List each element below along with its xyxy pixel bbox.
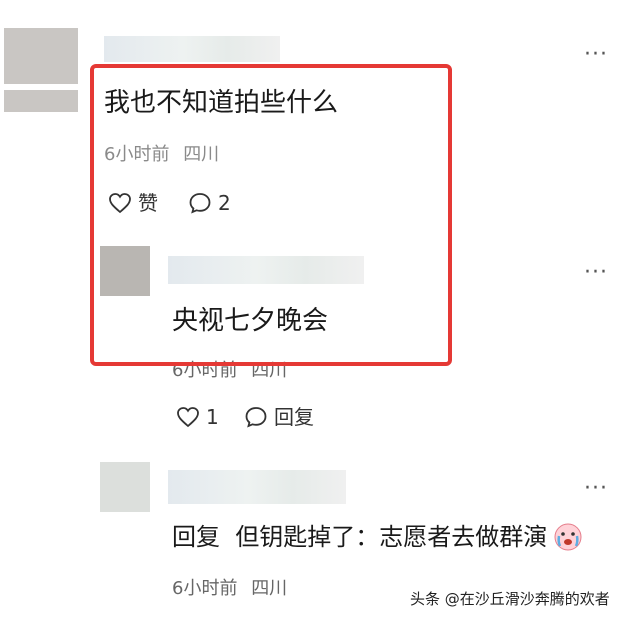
username-blurred bbox=[168, 470, 346, 504]
avatar-lower bbox=[4, 90, 78, 112]
watermark: 头条 @在沙丘滑沙奔腾的欢者 bbox=[410, 590, 610, 608]
highlight-box bbox=[90, 64, 452, 366]
comment-bubble-icon bbox=[245, 407, 267, 428]
avatar[interactable] bbox=[100, 462, 150, 512]
reply-meta: 6小时前 四川 bbox=[172, 580, 287, 598]
like-button[interactable]: 1 bbox=[176, 406, 219, 428]
more-icon[interactable]: ··· bbox=[584, 44, 608, 66]
more-icon[interactable]: ··· bbox=[584, 478, 608, 500]
reply-text: 回复 但钥匙掉了：志愿者去做群演 bbox=[172, 523, 548, 551]
reply-location: 四川 bbox=[251, 578, 288, 599]
username-blurred bbox=[104, 36, 280, 62]
more-icon[interactable]: ··· bbox=[584, 262, 608, 284]
crying-emoji-icon bbox=[554, 523, 582, 551]
reply-time: 6小时前 bbox=[172, 578, 238, 599]
reply-text-row: 回复 但钥匙掉了：志愿者去做群演 bbox=[172, 522, 583, 552]
like-count: 1 bbox=[206, 405, 219, 429]
avatar[interactable] bbox=[4, 28, 78, 84]
heart-icon bbox=[177, 407, 199, 428]
reply-label: 回复 bbox=[274, 405, 314, 429]
reply-button[interactable]: 回复 bbox=[244, 406, 314, 428]
